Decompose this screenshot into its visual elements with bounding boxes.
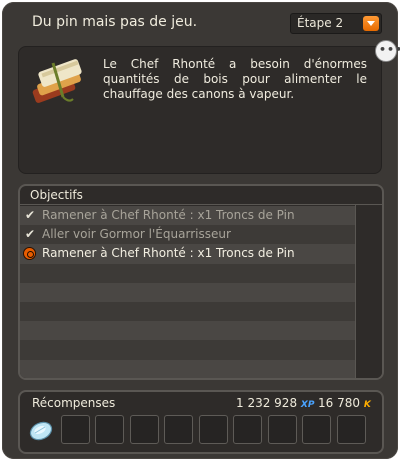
reward-slot[interactable]	[267, 415, 297, 444]
quest-panel: Du pin mais pas de jeu. Étape 2 Le Chef …	[2, 2, 400, 459]
reward-slot[interactable]	[336, 415, 366, 444]
quest-description-text: Le Chef Rhonté a besoin d'énormes quanti…	[103, 57, 367, 101]
rewards-title: Récompenses	[32, 396, 116, 410]
empty-row	[20, 301, 357, 322]
more-options-button[interactable]: •••	[375, 40, 400, 62]
objective-label: Ramener à Chef Rhonté : x1 Troncs de Pin	[42, 246, 295, 261]
empty-row	[20, 282, 357, 302]
objectives-scrollbar[interactable]	[355, 205, 382, 378]
checkmark-icon: ✔	[25, 227, 36, 242]
reward-slot[interactable]	[302, 415, 331, 444]
rewards-box: Récompenses 1 232 928 XP 16 780 K	[18, 390, 384, 454]
objectives-box: Objectifs ✔ Ramener à Chef Rhonté : x1 T…	[18, 184, 384, 380]
reward-slot[interactable]	[233, 415, 262, 444]
objective-item[interactable]: ✔ Ramener à Chef Rhonté : x1 Troncs de P…	[20, 206, 357, 226]
xp-reward: 1 232 928 XP	[236, 396, 314, 410]
empty-row	[20, 340, 357, 360]
quest-title: Du pin mais pas de jeu.	[32, 14, 198, 30]
reward-slot[interactable]	[95, 415, 124, 444]
ellipsis-icon: •••	[379, 43, 400, 56]
kamas-reward: 16 780 K	[318, 396, 371, 410]
reward-slot[interactable]	[129, 415, 159, 444]
chevron-down-icon[interactable]	[363, 16, 379, 31]
reward-slot[interactable]	[164, 415, 193, 444]
empty-row	[20, 359, 357, 378]
step-dropdown[interactable]: Étape 2	[290, 13, 382, 34]
quest-description-box: Le Chef Rhonté a besoin d'énormes quanti…	[18, 46, 382, 174]
kamas-amount: 16 780	[318, 396, 360, 410]
reward-slot[interactable]	[26, 415, 55, 444]
objective-label: Aller voir Gormor l'Équarrisseur	[42, 227, 231, 242]
crystal-item-icon	[29, 421, 53, 441]
objective-item[interactable]: Ramener à Chef Rhonté : x1 Troncs de Pin	[20, 244, 357, 264]
quest-header: Du pin mais pas de jeu. Étape 2	[2, 2, 398, 44]
empty-row	[20, 321, 357, 341]
checkmark-icon: ✔	[25, 208, 36, 222]
objective-item[interactable]: ✔ Aller voir Gormor l'Équarrisseur	[20, 225, 357, 245]
objectives-list: ✔ Ramener à Chef Rhonté : x1 Troncs de P…	[20, 206, 357, 378]
wood-logs-bundle-icon	[32, 59, 82, 103]
step-dropdown-value: Étape 2	[297, 16, 344, 30]
xp-icon: XP	[300, 400, 315, 410]
kamas-icon: K	[363, 400, 371, 410]
empty-row	[20, 263, 357, 283]
reward-slot[interactable]	[60, 415, 90, 444]
objective-label: Ramener à Chef Rhonté : x1 Troncs de Pin	[42, 208, 295, 222]
reward-slot[interactable]	[198, 415, 228, 444]
active-target-icon	[23, 247, 36, 261]
objectives-title: Objectifs	[20, 186, 382, 205]
xp-amount: 1 232 928	[236, 396, 298, 410]
